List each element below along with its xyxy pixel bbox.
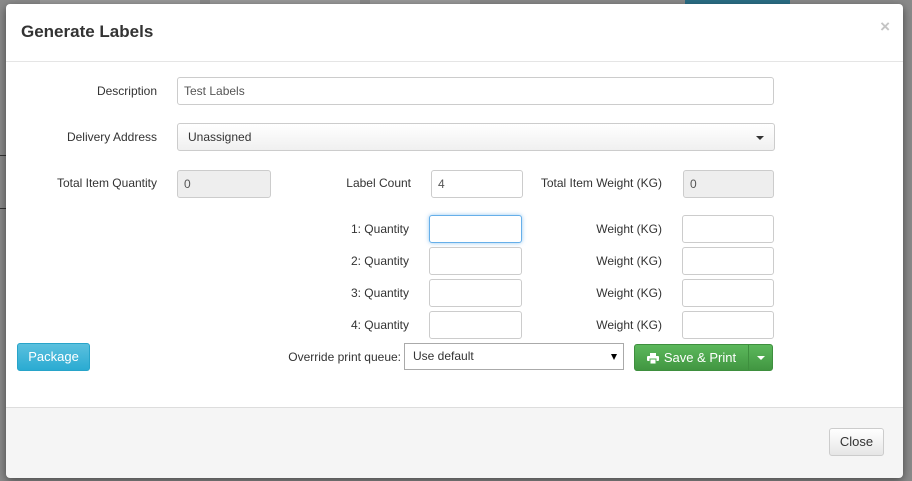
print-queue-label: Override print queue:	[288, 350, 401, 364]
close-button[interactable]: Close	[829, 428, 884, 456]
print-queue-value: Use default	[413, 349, 474, 363]
dialog-header: Generate Labels ×	[6, 4, 903, 62]
total-item-weight-input	[683, 170, 774, 198]
label-count-input[interactable]	[431, 170, 523, 198]
delivery-address-select[interactable]: Unassigned	[177, 123, 775, 151]
package-button[interactable]: Package	[17, 343, 90, 371]
row-2-quantity-label: 2: Quantity	[350, 254, 409, 268]
description-label: Description	[96, 84, 157, 98]
row-3-weight-label: Weight (KG)	[596, 286, 662, 300]
description-input[interactable]	[177, 77, 774, 105]
chevron-down-icon	[757, 356, 765, 360]
row-1-quantity-label: 1: Quantity	[350, 222, 409, 236]
delivery-address-label: Delivery Address	[66, 130, 157, 144]
row-4-quantity-label: 4: Quantity	[350, 318, 409, 332]
row-1-weight-label: Weight (KG)	[596, 222, 662, 236]
print-queue-select[interactable]: Use default	[404, 343, 624, 370]
save-print-button[interactable]: Save & Print	[634, 344, 749, 371]
chevron-down-icon	[611, 354, 617, 360]
row-3-weight-input[interactable]	[682, 279, 774, 307]
printer-icon	[646, 353, 659, 365]
chevron-down-icon	[756, 136, 764, 140]
generate-labels-dialog: Generate Labels × Description Delivery A…	[6, 4, 903, 478]
row-2-quantity-input[interactable]	[429, 247, 522, 275]
row-1-quantity-input[interactable]	[429, 215, 522, 243]
save-print-dropdown-toggle[interactable]	[748, 344, 773, 371]
row-3-quantity-input[interactable]	[429, 279, 522, 307]
dialog-title: Generate Labels	[21, 22, 154, 41]
row-1-weight-input[interactable]	[682, 215, 774, 243]
row-2-weight-input[interactable]	[682, 247, 774, 275]
row-4-weight-input[interactable]	[682, 311, 774, 339]
row-4-weight-label: Weight (KG)	[596, 318, 662, 332]
save-print-label: Save & Print	[663, 350, 737, 365]
label-count-label: Label Count	[346, 176, 411, 190]
row-2-weight-label: Weight (KG)	[596, 254, 662, 268]
total-item-weight-label: Total Item Weight (KG)	[540, 176, 662, 190]
row-4-quantity-input[interactable]	[429, 311, 522, 339]
delivery-address-value: Unassigned	[188, 130, 252, 144]
close-icon[interactable]: ×	[880, 17, 890, 37]
row-3-quantity-label: 3: Quantity	[350, 286, 409, 300]
total-item-quantity-input	[177, 170, 271, 198]
dialog-footer: Close	[6, 407, 903, 478]
total-item-quantity-label: Total Item Quantity	[56, 176, 157, 190]
